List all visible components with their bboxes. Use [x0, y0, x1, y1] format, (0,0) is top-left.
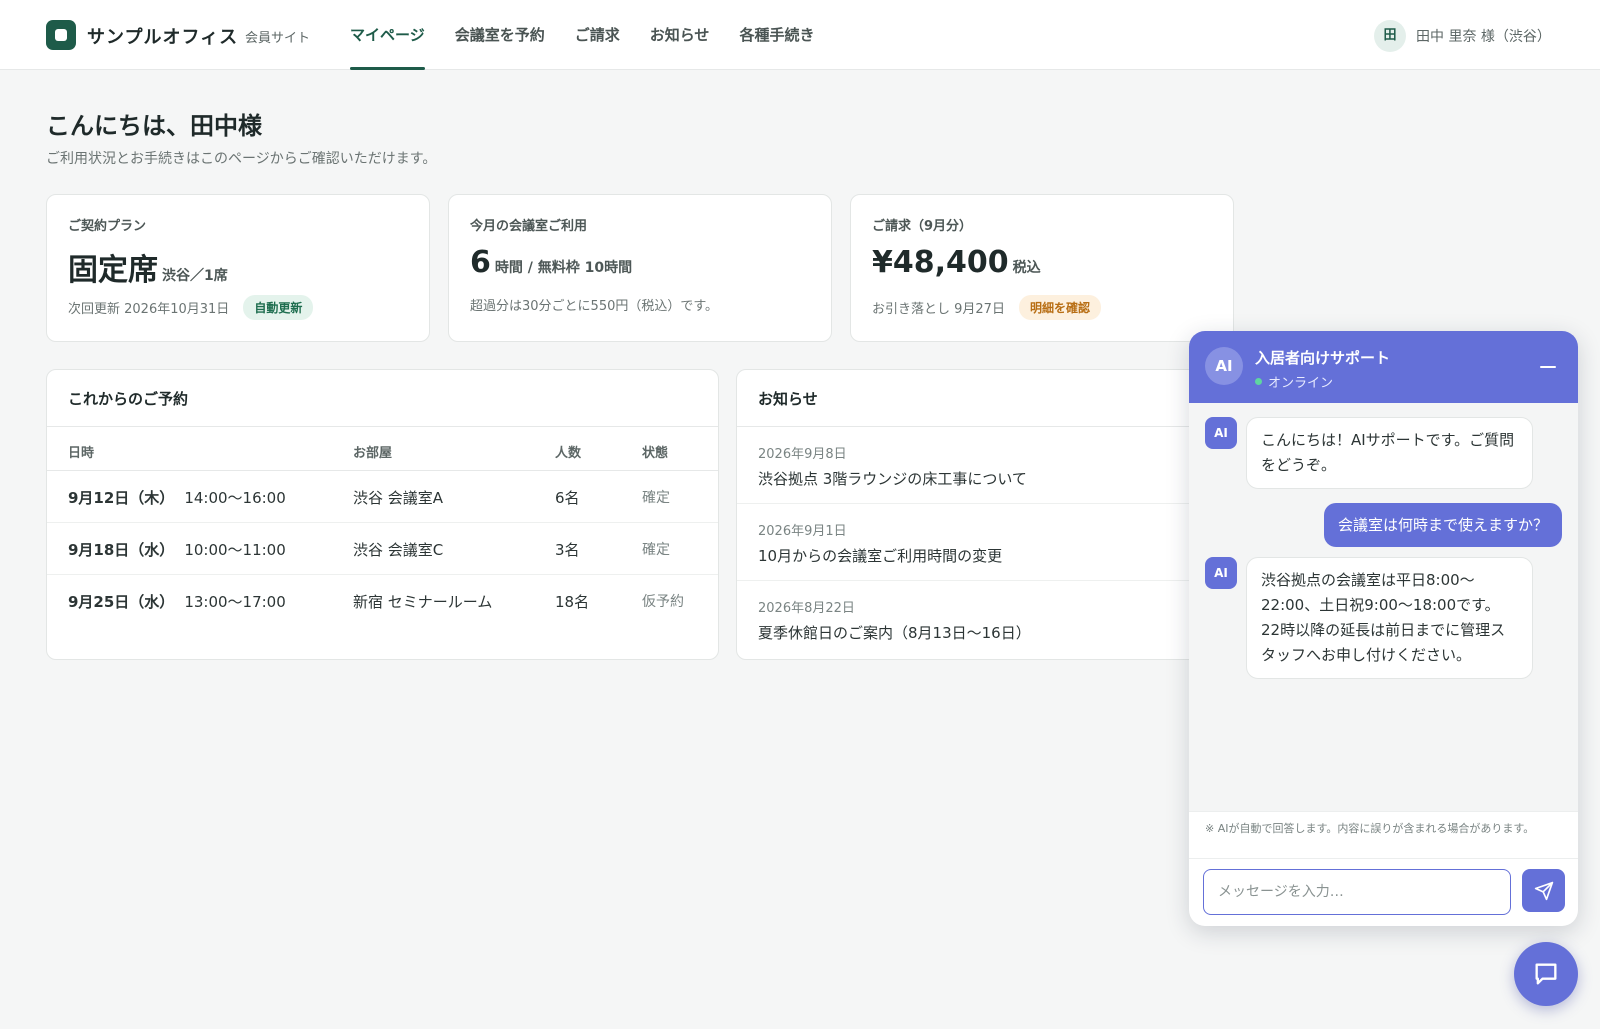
page-subtitle: ご利用状況とお手続きはこのページからご確認いただけます。 [46, 151, 437, 167]
plan-renewal-date: 次回更新 2026年10月31日 [68, 302, 230, 317]
col-header-status: 状態 [642, 446, 669, 461]
bot-message: 渋谷拠点の会議室は平日8:00〜22:00、土日祝9:00〜18:00です。22… [1246, 557, 1533, 679]
reservation-datetime: 9月25日（水） 13:00〜17:00 [68, 591, 286, 612]
reservations-panel: これからのご予約 日時 お部屋 人数 状態 9月12日（木） 14:00〜16:0… [46, 369, 719, 660]
billing-amount: ¥48,400 [872, 245, 1009, 280]
news-title: お知らせ [758, 390, 818, 408]
usage-value-group: 6 時間 / 無料枠 10時間 [470, 245, 632, 280]
reservation-date: 9月25日（水） [68, 593, 175, 611]
online-status-dot-icon [1255, 378, 1262, 385]
ai-disclaimer: ※ AIが自動で回答します。内容に誤りが含まれる場合があります。 [1189, 811, 1578, 859]
reservation-datetime: 9月12日（木） 14:00〜16:00 [68, 487, 286, 508]
usage-footer: 超過分は30分ごとに550円（税込）です。 [470, 295, 718, 314]
bot-message-avatar: AI [1205, 417, 1237, 449]
usage-label: 今月の会議室ご利用 [470, 219, 588, 234]
chat-header: AI 入居者向けサポート オンライン [1189, 331, 1578, 403]
chat-toggle-button[interactable] [1514, 942, 1578, 1006]
col-header-people: 人数 [555, 446, 582, 461]
news-item[interactable]: 2026年9月1日 10月からの会議室ご利用時間の変更 [737, 504, 1235, 581]
reservation-room: 渋谷 会議室A [353, 489, 444, 507]
news-date: 2026年9月1日 [758, 524, 847, 539]
chat-status-text: オンライン [1268, 376, 1334, 391]
news-headline[interactable]: 10月からの会議室ご利用時間の変更 [758, 545, 1002, 566]
reservation-time: 13:00〜17:00 [184, 593, 286, 611]
plan-label: ご契約プラン [68, 219, 147, 234]
billing-tax-note: 税込 [1012, 260, 1041, 276]
news-item[interactable]: 2026年8月22日 夏季休館日のご案内（8月13日〜16日） [737, 581, 1235, 658]
reservation-status: 確定 [642, 542, 670, 558]
usage-unit: 時間 / 無料枠 10時間 [494, 260, 633, 276]
news-headline[interactable]: 夏季休館日のご案内（8月13日〜16日） [758, 622, 1031, 643]
main-nav: マイページ 会議室を予約 ご請求 お知らせ 各種手続き [350, 0, 844, 70]
reservation-room: 渋谷 会議室C [353, 541, 444, 559]
chat-bubble-icon [1535, 963, 1557, 985]
reservation-datetime: 9月18日（水） 10:00〜11:00 [68, 539, 286, 560]
reservation-date: 9月18日（水） [68, 541, 175, 559]
plan-value: 固定席 [68, 253, 158, 288]
plan-card: ご契約プラン 固定席 渋谷／1席 次回更新 2026年10月31日 自動更新 [46, 194, 430, 342]
minimize-icon[interactable] [1540, 366, 1556, 368]
billing-debit-date: お引き落とし 9月27日 [872, 302, 1005, 317]
nav-procedures[interactable]: 各種手続き [739, 0, 814, 70]
chat-title: 入居者向けサポート [1255, 349, 1391, 367]
billing-value-group: ¥48,400 税込 [872, 245, 1041, 280]
auto-renew-badge: 自動更新 [243, 295, 314, 320]
room-usage-card: 今月の会議室ご利用 6 時間 / 無料枠 10時間 超過分は30分ごとに550円（… [448, 194, 832, 342]
divider [47, 426, 718, 427]
chat-status: オンライン [1255, 372, 1333, 391]
reservation-people: 18名 [555, 593, 590, 611]
table-row[interactable]: 9月25日（水） 13:00〜17:00 新宿 セミナールーム 18名 仮予約 [47, 575, 718, 627]
brand-logo-icon[interactable] [46, 20, 76, 50]
reservation-status: 仮予約 [642, 594, 684, 610]
brand-name[interactable]: サンプルオフィス [87, 23, 238, 49]
chat-bot-avatar: AI [1205, 347, 1243, 385]
news-panel: お知らせ 2026年9月8日 渋谷拠点 3階ラウンジの床工事について 2026年… [736, 369, 1236, 660]
billing-label: ご請求（9月分） [872, 219, 973, 234]
news-date: 2026年9月8日 [758, 447, 847, 462]
user-avatar[interactable]: 田 [1374, 20, 1406, 52]
news-date: 2026年8月22日 [758, 601, 855, 616]
reservation-time: 10:00〜11:00 [184, 541, 286, 559]
reservation-time: 14:00〜16:00 [184, 489, 286, 507]
news-item[interactable]: 2026年9月8日 渋谷拠点 3階ラウンジの床工事について [737, 427, 1235, 504]
support-chat-widget: AI 入居者向けサポート オンライン AI こんにちは！AIサポートです。ご質問… [1189, 331, 1578, 926]
table-row[interactable]: 9月18日（水） 10:00〜11:00 渋谷 会議室C 3名 確定 [47, 523, 718, 575]
reservation-people: 3名 [555, 541, 580, 559]
plan-footer: 次回更新 2026年10月31日 自動更新 [68, 295, 314, 320]
nav-book-room[interactable]: 会議室を予約 [455, 0, 545, 70]
nav-news[interactable]: お知らせ [650, 0, 710, 70]
reservations-title: これからのご予約 [68, 390, 189, 408]
top-navigation-bar: サンプルオフィス 会員サイト マイページ 会議室を予約 ご請求 お知らせ 各種手… [0, 0, 1600, 70]
table-row[interactable]: 9月12日（木） 14:00〜16:00 渋谷 会議室A 6名 確定 [47, 471, 718, 523]
reservation-room: 新宿 セミナールーム [353, 593, 493, 611]
reservation-date: 9月12日（木） [68, 489, 175, 507]
plan-unit: 渋谷／1席 [162, 268, 228, 284]
send-icon [1534, 881, 1553, 900]
brand-subtitle: 会員サイト [245, 31, 311, 46]
plan-value-group: 固定席 渋谷／1席 [68, 245, 228, 289]
reservation-people: 6名 [555, 489, 580, 507]
view-invoice-badge[interactable]: 明細を確認 [1018, 295, 1101, 320]
col-header-room: お部屋 [353, 446, 393, 461]
chat-messages: AI こんにちは！AIサポートです。ご質問をどうぞ。 会議室は何時まで使えますか… [1189, 403, 1578, 811]
billing-footer: お引き落とし 9月27日 明細を確認 [872, 295, 1101, 320]
nav-mypage[interactable]: マイページ [350, 0, 425, 70]
bot-message-avatar: AI [1205, 557, 1237, 589]
usage-value: 6 [470, 245, 491, 280]
user-message: 会議室は何時まで使えますか？ [1323, 503, 1562, 547]
usage-overage-note: 超過分は30分ごとに550円（税込）です。 [470, 299, 719, 314]
chat-message-input[interactable] [1203, 869, 1511, 915]
page-title: こんにちは、田中様 [46, 112, 262, 140]
send-button[interactable] [1522, 869, 1565, 912]
user-name[interactable]: 田中 里奈 様（渋谷） [1416, 26, 1551, 46]
bot-message: こんにちは！AIサポートです。ご質問をどうぞ。 [1246, 417, 1533, 489]
reservation-status: 確定 [642, 490, 670, 506]
col-header-datetime: 日時 [68, 446, 95, 461]
news-headline[interactable]: 渋谷拠点 3階ラウンジの床工事について [758, 468, 1027, 489]
nav-billing[interactable]: ご請求 [575, 0, 620, 70]
billing-card: ご請求（9月分） ¥48,400 税込 お引き落とし 9月27日 明細を確認 [850, 194, 1234, 342]
